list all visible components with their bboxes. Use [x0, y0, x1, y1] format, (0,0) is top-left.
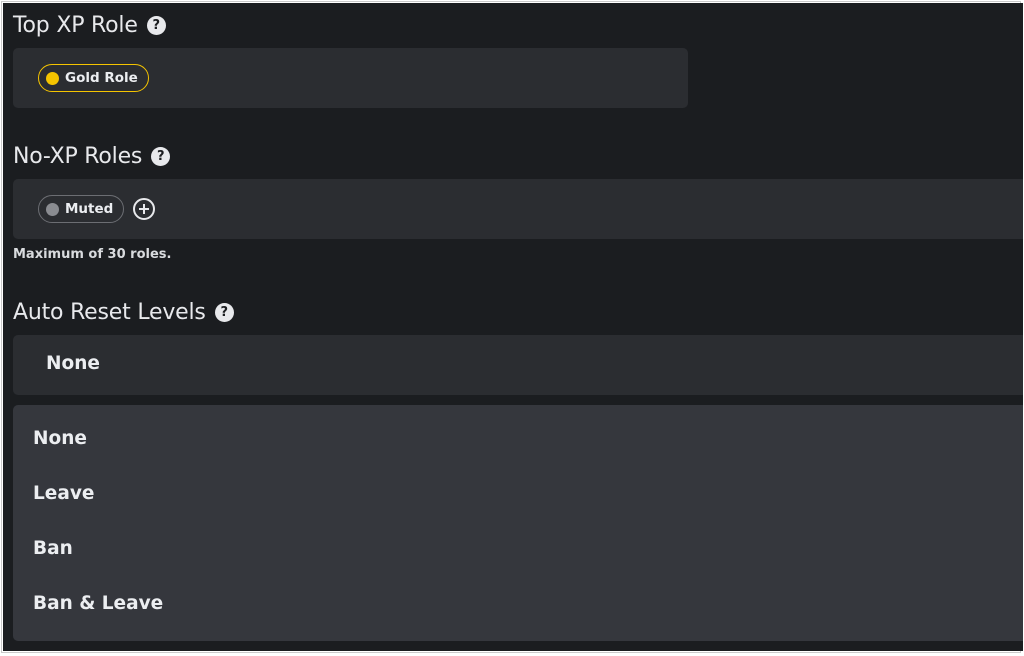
- dropdown-option-ban[interactable]: Ban: [33, 538, 73, 559]
- no-xp-roles-title: No-XP Roles ?: [13, 144, 171, 169]
- help-icon[interactable]: ?: [151, 147, 171, 166]
- role-chip-label: Muted: [65, 201, 114, 217]
- role-chip-gold[interactable]: Gold Role: [38, 64, 149, 92]
- no-xp-roles-panel[interactable]: Muted: [13, 179, 1023, 239]
- auto-reset-title: Auto Reset Levels ?: [13, 300, 234, 325]
- max-roles-hint: Maximum of 30 roles.: [13, 247, 172, 262]
- top-xp-role-title: Top XP Role ?: [13, 13, 166, 38]
- role-chip-label: Gold Role: [65, 70, 138, 86]
- top-xp-role-label: Top XP Role: [13, 13, 138, 38]
- settings-canvas: Top XP Role ? Gold Role No-XP Roles ? Mu…: [3, 3, 1023, 651]
- top-xp-role-panel[interactable]: Gold Role: [13, 48, 688, 108]
- role-color-dot: [46, 71, 59, 85]
- dropdown-option-none[interactable]: None: [33, 428, 87, 449]
- no-xp-roles-label: No-XP Roles: [13, 144, 143, 169]
- auto-reset-select[interactable]: None: [13, 335, 1023, 395]
- role-chip-muted[interactable]: Muted: [38, 195, 125, 223]
- plus-circle-icon[interactable]: [133, 198, 155, 220]
- dropdown-option-leave[interactable]: Leave: [33, 483, 94, 504]
- auto-reset-dropdown-menu: None Leave Ban Ban & Leave: [13, 405, 1023, 641]
- auto-reset-label: Auto Reset Levels: [13, 300, 206, 325]
- dropdown-option-ban-and-leave[interactable]: Ban & Leave: [33, 593, 163, 614]
- role-color-dot: [46, 202, 59, 216]
- auto-reset-selected-value: None: [46, 353, 100, 374]
- help-icon[interactable]: ?: [146, 16, 166, 35]
- help-icon[interactable]: ?: [214, 303, 234, 322]
